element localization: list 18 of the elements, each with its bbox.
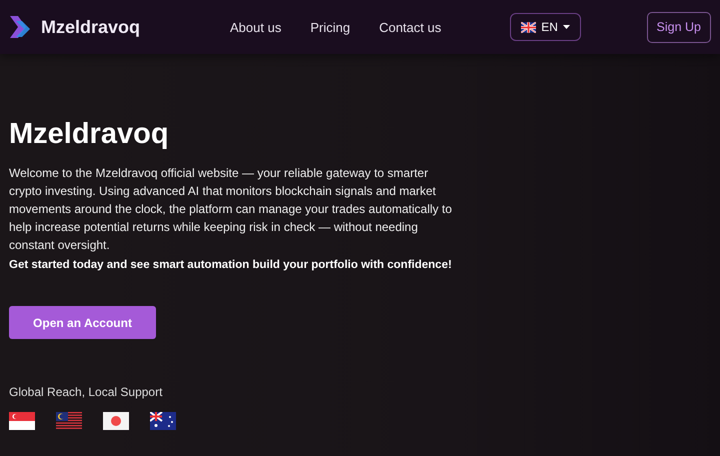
- intro-paragraph: Welcome to the Mzeldravoq official website — your reliable gateway to smarter crypto investing. Using advanced AI that monitors blockchain signals and market movements around the clock, the platform can manage your trades automatically to help increase potential returns while keeping risk in check — without needing constant oversight.: [9, 165, 453, 254]
- flag-icon: [521, 22, 536, 32]
- nav-link[interactable]: Pricing: [310, 20, 350, 34]
- flag-icon: [56, 412, 82, 430]
- sign-up-button[interactable]: Sign Up: [646, 12, 711, 42]
- open-account-button[interactable]: Open an Account: [9, 306, 156, 339]
- flag-icon: [103, 412, 129, 430]
- reach-label: Global Reach, Local Support: [9, 385, 164, 399]
- nav-link[interactable]: About us: [230, 20, 282, 34]
- chevron-logo-icon: [9, 15, 33, 39]
- call-to-action-text: Get started today and see smart automation build your portfolio with confidence!: [9, 259, 453, 271]
- brand-name: Mzeldravoq: [41, 16, 140, 38]
- flag-icon: [150, 412, 176, 430]
- hero-title: Mzeldravoq: [9, 118, 170, 151]
- language-selector[interactable]: EN: [510, 13, 581, 41]
- nav-link[interactable]: Contact us: [379, 20, 442, 34]
- flag-icon: [9, 412, 35, 430]
- caret-icon: [562, 25, 570, 29]
